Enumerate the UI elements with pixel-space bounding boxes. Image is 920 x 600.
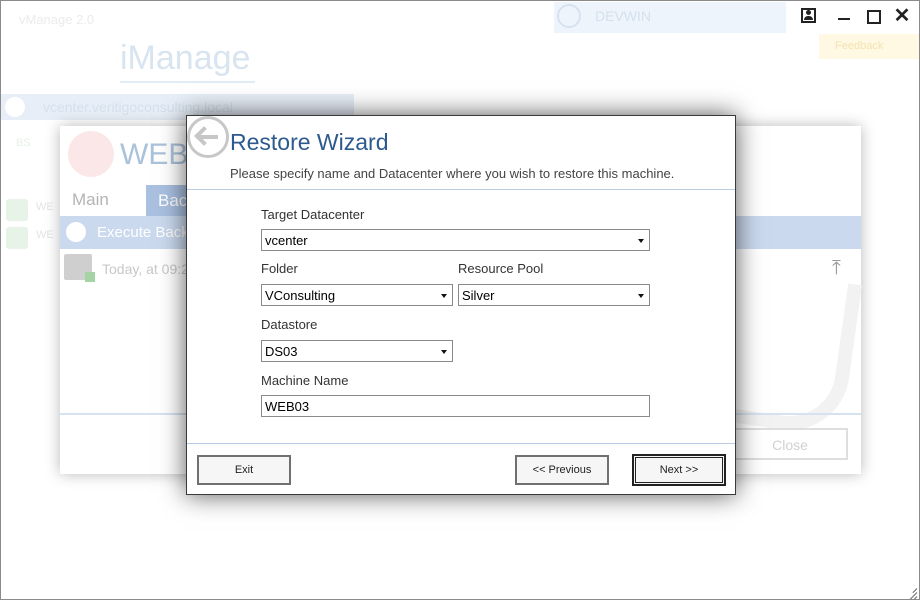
feedback-button-label: Feedback [835,40,884,52]
footer-divider [187,443,735,444]
close-window-icon[interactable]: ✕ [890,5,914,27]
machine-name-field[interactable] [261,395,650,417]
header-divider [187,189,735,190]
chevron-down-icon [441,350,447,354]
server-tab-label: vcenter.veritigoconsulting.local [43,99,233,115]
backup-server-icon [64,254,95,282]
brand-title: iManage [120,39,251,77]
minimize-icon[interactable] [832,5,856,27]
side-item-label: WE [36,201,54,213]
vm-icon [6,199,28,221]
datastore-select[interactable]: DS03 [261,340,453,362]
application-window: vManage 2.0 iManage DEVWIN Feedback vcen… [0,0,920,600]
exit-button[interactable]: Exit [197,455,291,485]
folder-select[interactable]: VConsulting [261,284,453,306]
side-item-label: WE [36,229,54,241]
close-button[interactable]: Close [732,428,848,460]
download-icon [66,222,86,242]
chevron-down-icon [441,294,447,298]
vm-icon [6,227,28,249]
server-icon [5,97,25,117]
resource-pool-label: Resource Pool [458,261,544,276]
feedback-button[interactable]: Feedback [819,34,919,59]
folder-label: Folder [261,261,298,276]
resource-pool-select[interactable]: Silver [458,284,650,306]
target-datacenter-select[interactable]: vcenter [261,229,650,251]
wizard-title: Restore Wizard [230,129,389,155]
target-datacenter-value: vcenter [265,233,308,248]
vm-logo-icon [68,131,114,177]
close-button-label: Close [772,437,808,453]
resize-grip-icon[interactable] [903,584,918,599]
wizard-subtitle: Please specify name and Datacenter where… [230,166,675,181]
datastore-value: DS03 [265,344,298,359]
tab-main[interactable]: Main [72,190,109,210]
next-button-label: Next >> [659,464,699,476]
previous-button[interactable]: << Previous [515,455,609,485]
side-item-label: BS [16,137,31,149]
back-arrow-icon[interactable] [187,116,229,158]
previous-button-label: << Previous [532,464,592,476]
app-version: vManage 2.0 [19,12,95,27]
brand-underline [120,81,255,83]
datastore-label: Datastore [261,317,318,332]
user-name: DEVWIN [595,8,651,24]
upload-icon[interactable]: ⤒ [832,257,854,279]
next-button[interactable]: Next >> [632,454,726,486]
machine-name-label: Machine Name [261,373,349,388]
resource-pool-value: Silver [462,288,495,303]
account-icon[interactable] [796,5,820,27]
folder-value: VConsulting [265,288,336,303]
backup-row-text[interactable]: Today, at 09:21 [102,261,197,277]
exit-button-label: Exit [234,464,254,476]
chevron-down-icon [638,294,644,298]
maximize-icon[interactable] [861,5,885,27]
restore-wizard-dialog: Restore Wizard Please specify name and D… [186,115,736,495]
user-avatar-icon [557,4,581,28]
target-datacenter-label: Target Datacenter [261,207,365,222]
chevron-down-icon [638,239,644,243]
machine-name-input[interactable] [262,396,649,416]
user-box[interactable] [554,2,786,33]
